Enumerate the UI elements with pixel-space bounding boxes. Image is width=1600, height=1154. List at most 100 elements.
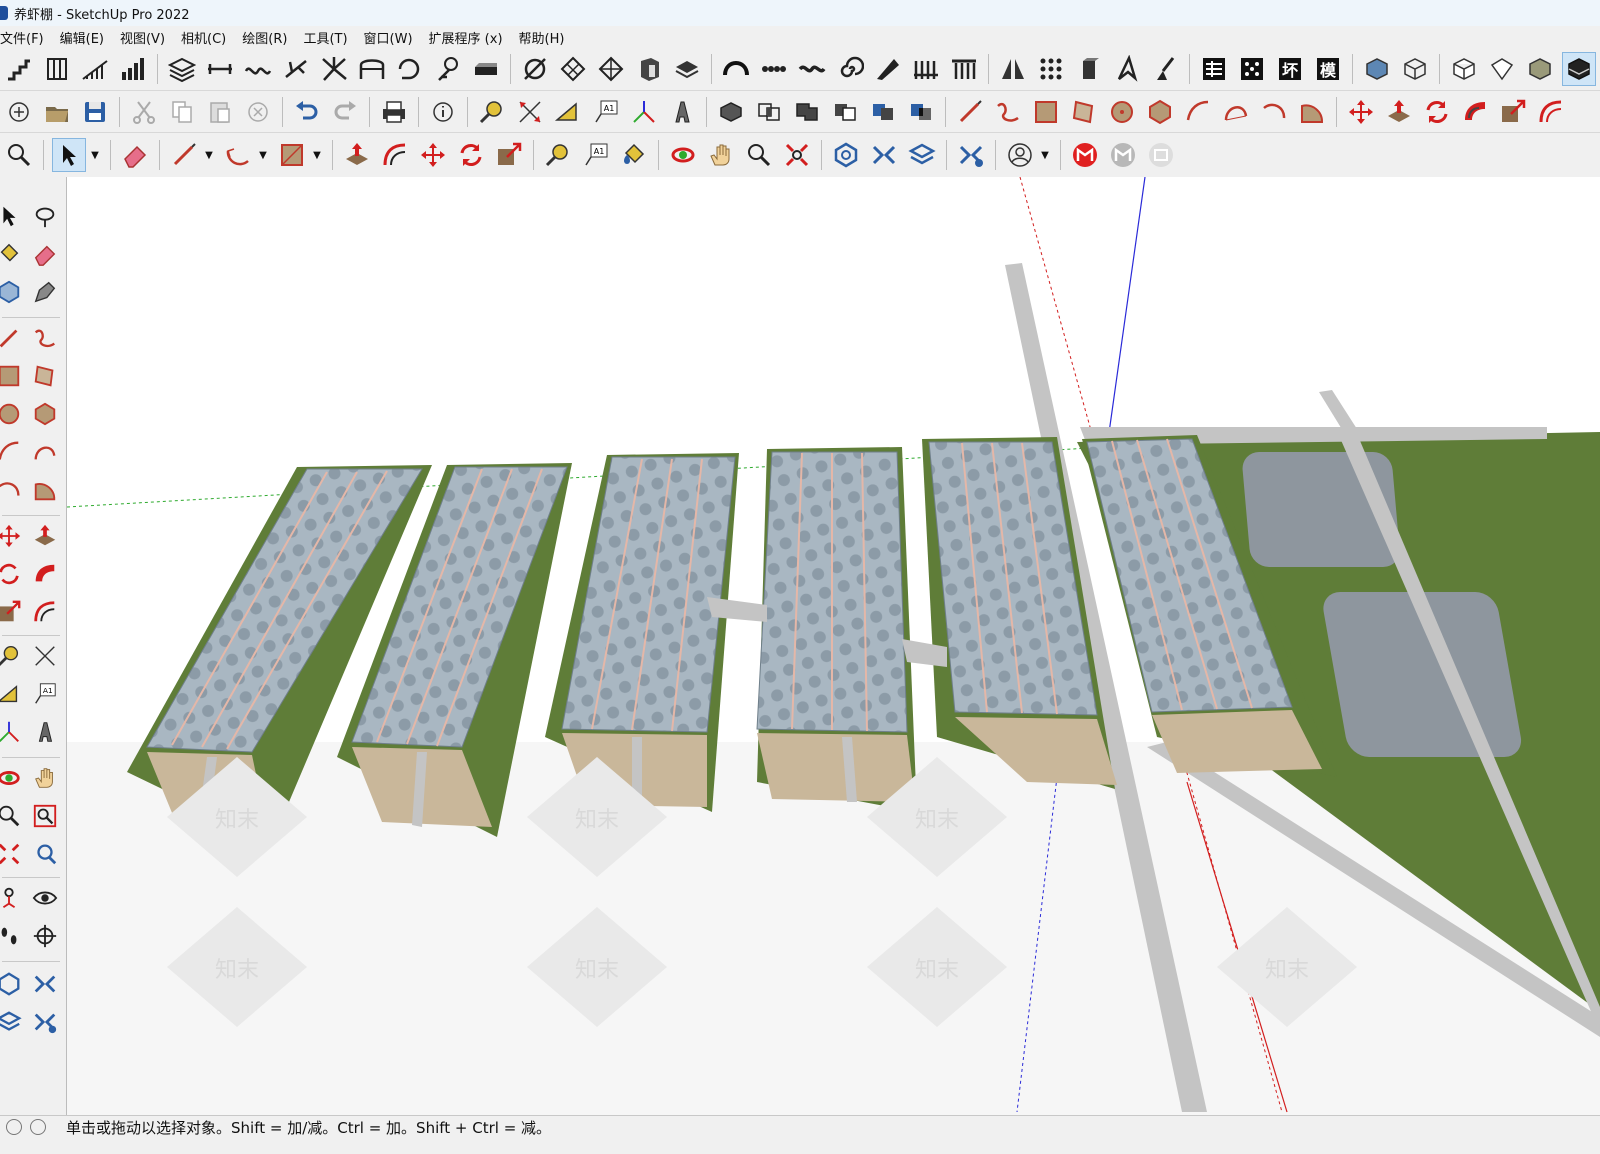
arch-frame-icon[interactable] (356, 53, 388, 85)
component-icon[interactable] (0, 277, 24, 307)
model-char-icon[interactable]: 模 (1312, 53, 1344, 85)
circle-icon[interactable] (1106, 96, 1138, 128)
xray-style-icon[interactable] (1361, 53, 1393, 85)
circle-icon[interactable] (0, 399, 24, 429)
shape-tool-icon[interactable] (276, 139, 308, 171)
menu-window[interactable]: 窗口(W) (364, 28, 413, 47)
arc-icon[interactable] (1182, 96, 1214, 128)
orbit-icon[interactable] (0, 763, 24, 793)
mirror-icon[interactable] (997, 53, 1029, 85)
three-point-arc-icon[interactable] (0, 475, 24, 505)
undo-icon[interactable] (291, 96, 323, 128)
new-file-icon[interactable] (3, 96, 35, 128)
eraser-icon[interactable] (30, 239, 60, 269)
cursor-arrow-icon[interactable] (1111, 53, 1143, 85)
push-pull-icon[interactable] (30, 521, 60, 551)
model-scene[interactable]: 知末 知末 知末 知末 知末 知末 知末 (67, 177, 1600, 1115)
menu-draw[interactable]: 绘图(R) (242, 28, 287, 47)
scale-icon[interactable] (1497, 96, 1529, 128)
sweep-icon[interactable] (872, 53, 904, 85)
spiral-icon[interactable] (834, 53, 866, 85)
tag-icon[interactable] (30, 277, 60, 307)
tile-grid-icon[interactable] (557, 53, 589, 85)
box-door-icon[interactable] (633, 53, 665, 85)
colonnade-icon[interactable] (948, 53, 980, 85)
push-pull-tool-icon[interactable] (341, 139, 373, 171)
pie-icon[interactable] (30, 475, 60, 505)
layout-send-icon[interactable] (906, 139, 938, 171)
curve-tool-icon[interactable] (519, 53, 551, 85)
section-plane-icon[interactable] (30, 921, 60, 951)
two-point-arc-icon[interactable] (30, 437, 60, 467)
line-icon[interactable] (0, 323, 24, 353)
warehouse-icon[interactable] (830, 139, 862, 171)
column-icon[interactable] (41, 53, 73, 85)
look-around-eye-icon[interactable] (30, 883, 60, 913)
two-point-arc-icon[interactable] (1220, 96, 1252, 128)
tape-measure-icon[interactable] (476, 96, 508, 128)
extension-manager-icon[interactable] (955, 139, 987, 171)
loop-icon[interactable] (394, 53, 426, 85)
wave-line-icon[interactable] (242, 53, 274, 85)
tape-measure-icon[interactable] (0, 641, 24, 671)
menu-extensions[interactable]: 扩展程序 (x) (429, 28, 503, 47)
layers-stack-icon[interactable] (166, 53, 198, 85)
text-label-icon[interactable]: A1 (30, 679, 60, 709)
menu-file[interactable]: 文件(F) (0, 28, 44, 47)
rotated-rectangle-icon[interactable] (30, 361, 60, 391)
move-tool-icon[interactable] (417, 139, 449, 171)
stairs-icon[interactable] (3, 53, 35, 85)
move-icon[interactable] (0, 521, 24, 551)
delete-icon[interactable] (242, 96, 274, 128)
print-icon[interactable] (378, 96, 410, 128)
wireframe-style-icon[interactable] (1399, 53, 1431, 85)
union-icon[interactable] (791, 96, 823, 128)
axes-icon[interactable] (0, 717, 24, 747)
position-camera-icon[interactable] (0, 883, 24, 913)
zoom-window-icon[interactable] (30, 801, 60, 831)
dimensions-icon[interactable] (30, 641, 60, 671)
plugin-light-icon[interactable] (1145, 139, 1177, 171)
credits-icon[interactable] (30, 1119, 46, 1135)
tape-measure-tool-icon[interactable] (542, 139, 574, 171)
line-tool-icon[interactable] (954, 96, 986, 128)
line-dropdown-arrow[interactable]: ▼ (203, 150, 215, 161)
shaded-style-icon[interactable] (1486, 53, 1518, 85)
menu-edit[interactable]: 编辑(E) (60, 28, 104, 47)
geo-location-icon[interactable] (6, 1119, 22, 1135)
move-icon[interactable] (1345, 96, 1377, 128)
push-pull-icon[interactable] (1383, 96, 1415, 128)
follow-me-icon[interactable] (1459, 96, 1491, 128)
pencil-line-icon[interactable] (168, 139, 200, 171)
rectangle-icon[interactable] (1030, 96, 1062, 128)
plugin-gray-icon[interactable] (1107, 139, 1139, 171)
extension-manager-icon[interactable] (30, 1007, 60, 1037)
3d-text-icon[interactable] (666, 96, 698, 128)
orbit-icon[interactable] (667, 139, 699, 171)
chain-icon[interactable] (758, 53, 790, 85)
rectangle-icon[interactable] (0, 361, 24, 391)
trim-icon[interactable] (867, 96, 899, 128)
extension-warehouse-icon[interactable] (868, 139, 900, 171)
text-label-tool-icon[interactable]: A1 (580, 139, 612, 171)
env-char-icon[interactable]: 坏 (1274, 53, 1306, 85)
offset-icon[interactable] (30, 597, 60, 627)
model-info-icon[interactable] (427, 96, 459, 128)
fence-icon[interactable] (910, 53, 942, 85)
split-icon[interactable] (905, 96, 937, 128)
wave-icon[interactable] (796, 53, 828, 85)
paint-bucket-icon[interactable] (618, 139, 650, 171)
arch-icon[interactable] (720, 53, 752, 85)
account-avatar-icon[interactable] (1004, 139, 1036, 171)
subtract-icon[interactable] (829, 96, 861, 128)
warehouse-icon[interactable] (0, 969, 24, 999)
ramp-icon[interactable] (79, 53, 111, 85)
eraser-icon[interactable] (119, 139, 151, 171)
polygon-icon[interactable] (30, 399, 60, 429)
copy-icon[interactable] (166, 96, 198, 128)
extension-warehouse-icon[interactable] (30, 969, 60, 999)
pan-hand-icon[interactable] (705, 139, 737, 171)
rotate-icon[interactable] (1421, 96, 1453, 128)
freehand-icon[interactable] (992, 96, 1024, 128)
layout-send-icon[interactable] (0, 1007, 24, 1037)
